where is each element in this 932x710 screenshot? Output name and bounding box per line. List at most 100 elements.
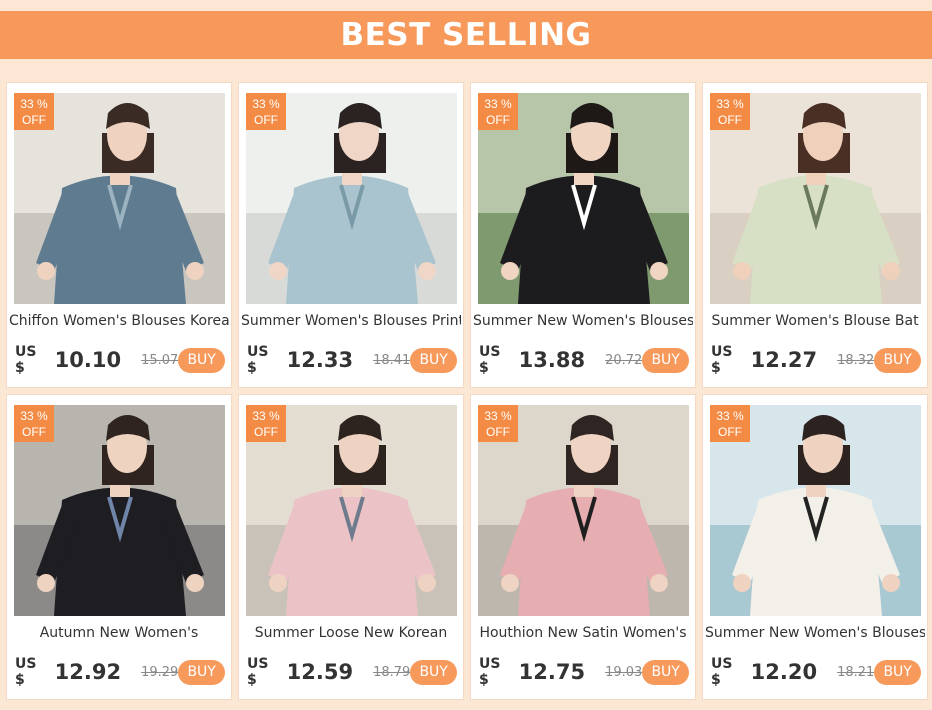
model-blouse xyxy=(286,487,418,616)
discount-off-label: OFF xyxy=(22,113,46,127)
discount-off-label: OFF xyxy=(486,113,510,127)
product-card[interactable]: 33 % OFF Houthion New Satin Women's US $… xyxy=(470,394,696,700)
model-blouse xyxy=(54,487,186,616)
price-row: US $ 13.88 20.72 BUY xyxy=(479,344,689,376)
discount-badge: 33 % OFF xyxy=(14,93,54,130)
current-price: 12.33 xyxy=(286,348,354,372)
product-title[interactable]: Autumn New Women's xyxy=(9,625,229,641)
discount-badge: 33 % OFF xyxy=(246,405,286,442)
price-row: US $ 12.92 19.29 BUY xyxy=(15,656,225,688)
model-right-hand xyxy=(418,574,436,592)
product-title[interactable]: Summer Women's Blouse Bat xyxy=(705,313,925,329)
product-card[interactable]: 33 % OFF Summer Loose New Korean US $ 12… xyxy=(238,394,464,700)
original-price: 19.03 xyxy=(605,664,643,680)
currency-label: US $ xyxy=(247,344,269,376)
product-image[interactable]: 33 % OFF xyxy=(710,405,921,616)
discount-badge: 33 % OFF xyxy=(710,405,750,442)
product-image[interactable]: 33 % OFF xyxy=(478,93,689,304)
original-price: 20.72 xyxy=(605,352,643,368)
buy-button[interactable]: BUY xyxy=(874,659,921,685)
model-blouse xyxy=(286,175,418,304)
product-title[interactable]: Summer Loose New Korean xyxy=(241,625,461,641)
discount-percent: 33 % xyxy=(252,97,280,111)
model-left-hand xyxy=(501,574,519,592)
current-price: 12.20 xyxy=(750,660,818,684)
buy-button[interactable]: BUY xyxy=(410,347,457,373)
product-image[interactable]: 33 % OFF xyxy=(246,405,457,616)
product-card[interactable]: 33 % OFF Summer New Women's Blouses US $… xyxy=(702,394,928,700)
model-right-hand xyxy=(186,262,204,280)
currency-label: US $ xyxy=(15,344,37,376)
model-left-hand xyxy=(269,262,287,280)
currency-label: US $ xyxy=(479,344,501,376)
discount-percent: 33 % xyxy=(20,97,48,111)
model-right-hand xyxy=(650,262,668,280)
original-price: 18.79 xyxy=(373,664,411,680)
price-row: US $ 12.33 18.41 BUY xyxy=(247,344,457,376)
discount-percent: 33 % xyxy=(484,409,512,423)
product-card[interactable]: 33 % OFF Summer Women's Blouse Bat US $ … xyxy=(702,82,928,388)
discount-off-label: OFF xyxy=(486,425,510,439)
model-right-hand xyxy=(882,262,900,280)
product-title[interactable]: Chiffon Women's Blouses Korean xyxy=(9,313,229,329)
discount-off-label: OFF xyxy=(22,425,46,439)
model-right-hand xyxy=(418,262,436,280)
model-right-hand xyxy=(882,574,900,592)
buy-button[interactable]: BUY xyxy=(178,347,225,373)
discount-badge: 33 % OFF xyxy=(14,405,54,442)
product-title[interactable]: Summer New Women's Blouses xyxy=(473,313,693,329)
product-grid: 33 % OFF Chiffon Women's Blouses Korean … xyxy=(6,82,928,700)
discount-percent: 33 % xyxy=(716,97,744,111)
discount-badge: 33 % OFF xyxy=(478,93,518,130)
product-image[interactable]: 33 % OFF xyxy=(246,93,457,304)
model-blouse xyxy=(518,175,650,304)
product-card[interactable]: 33 % OFF Chiffon Women's Blouses Korean … xyxy=(6,82,232,388)
buy-button[interactable]: BUY xyxy=(874,347,921,373)
current-price: 12.59 xyxy=(286,660,354,684)
discount-badge: 33 % OFF xyxy=(478,405,518,442)
price-row: US $ 12.75 19.03 BUY xyxy=(479,656,689,688)
model-blouse xyxy=(750,175,882,304)
product-title[interactable]: Houthion New Satin Women's xyxy=(473,625,693,641)
current-price: 12.92 xyxy=(54,660,122,684)
discount-off-label: OFF xyxy=(718,113,742,127)
product-title[interactable]: Summer New Women's Blouses xyxy=(705,625,925,641)
product-title[interactable]: Summer Women's Blouses Print xyxy=(241,313,461,329)
discount-percent: 33 % xyxy=(716,409,744,423)
model-left-hand xyxy=(733,574,751,592)
banner-title: BEST SELLING xyxy=(340,17,592,53)
product-card[interactable]: 33 % OFF Summer New Women's Blouses US $… xyxy=(470,82,696,388)
original-price: 18.32 xyxy=(837,352,875,368)
buy-button[interactable]: BUY xyxy=(410,659,457,685)
model-left-hand xyxy=(269,574,287,592)
original-price: 19.29 xyxy=(141,664,179,680)
product-image[interactable]: 33 % OFF xyxy=(14,405,225,616)
buy-button[interactable]: BUY xyxy=(642,659,689,685)
discount-off-label: OFF xyxy=(254,425,278,439)
product-card[interactable]: 33 % OFF Summer Women's Blouses Print US… xyxy=(238,82,464,388)
buy-button[interactable]: BUY xyxy=(178,659,225,685)
original-price: 18.41 xyxy=(373,352,411,368)
best-selling-banner: BEST SELLING xyxy=(0,11,932,59)
price-row: US $ 12.59 18.79 BUY xyxy=(247,656,457,688)
discount-off-label: OFF xyxy=(718,425,742,439)
product-image[interactable]: 33 % OFF xyxy=(710,93,921,304)
discount-percent: 33 % xyxy=(252,409,280,423)
product-image[interactable]: 33 % OFF xyxy=(478,405,689,616)
discount-off-label: OFF xyxy=(254,113,278,127)
discount-badge: 33 % OFF xyxy=(246,93,286,130)
discount-percent: 33 % xyxy=(20,409,48,423)
product-card[interactable]: 33 % OFF Autumn New Women's US $ 12.92 1… xyxy=(6,394,232,700)
original-price: 15.07 xyxy=(141,352,179,368)
model-right-hand xyxy=(650,574,668,592)
currency-label: US $ xyxy=(711,344,733,376)
discount-badge: 33 % OFF xyxy=(710,93,750,130)
product-image[interactable]: 33 % OFF xyxy=(14,93,225,304)
current-price: 12.27 xyxy=(750,348,818,372)
model-left-hand xyxy=(37,262,55,280)
model-blouse xyxy=(750,487,882,616)
model-left-hand xyxy=(733,262,751,280)
model-blouse xyxy=(518,487,650,616)
buy-button[interactable]: BUY xyxy=(642,347,689,373)
price-row: US $ 10.10 15.07 BUY xyxy=(15,344,225,376)
